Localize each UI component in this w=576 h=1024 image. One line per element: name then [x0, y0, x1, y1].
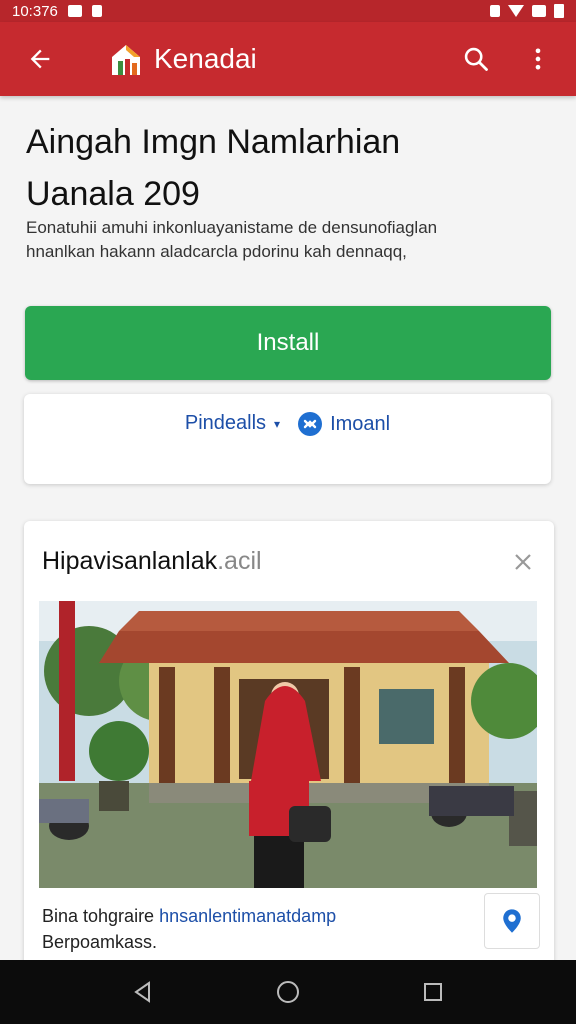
system-nav-bar: [0, 960, 576, 1024]
app-notification-icon: [91, 5, 102, 17]
square-recents-icon: [424, 983, 443, 1001]
arrow-left-icon: [30, 49, 50, 69]
app-bar: Kenadai: [0, 22, 576, 96]
nav-recents-button[interactable]: [411, 970, 455, 1014]
caption-line1: Bina tohgraire hnsanlentimanatdamp: [42, 903, 462, 929]
location-pin-icon: [503, 909, 521, 933]
share-option[interactable]: Imoanl: [298, 412, 390, 436]
description-line2: hnanlkan hakann aladcarcla pdorinu kah d…: [26, 242, 407, 261]
details-dropdown[interactable]: Pindealls ▾: [185, 412, 280, 435]
battery-icon: [554, 4, 564, 18]
news-photo[interactable]: [39, 601, 537, 888]
signal-icon: [532, 5, 546, 17]
wifi-icon: [508, 5, 524, 17]
description-line1: Eonatuhii amuhi inkonluayanistame de den…: [26, 218, 438, 237]
location-button[interactable]: [484, 893, 540, 949]
caption-prefix: Bina tohgraire: [42, 906, 160, 926]
options-card: Pindealls ▾ Imoanl: [24, 394, 551, 484]
page-title-line1: Aingah Imgn Namlarhian: [26, 123, 401, 161]
news-title-text: Hipavisanlanlak: [42, 547, 218, 575]
news-card: Hipavisanlanlak.acil Bina tohgraire hnsa…: [24, 521, 554, 960]
page-description: Eonatuhii amuhi inkonluayanistame de den…: [26, 216, 546, 264]
close-button[interactable]: [508, 547, 538, 577]
more-vert-icon: [535, 48, 541, 70]
page-title-line2: Uanala 209: [26, 175, 200, 213]
details-label: Pindealls: [184, 412, 267, 434]
main-content: Aingah Imgn Namlarhian Uanala 209 Eonatu…: [0, 96, 576, 960]
back-button[interactable]: [16, 35, 64, 83]
status-time: 10:376: [12, 2, 58, 20]
status-bar: 10:376: [0, 0, 576, 22]
install-button[interactable]: Install: [25, 306, 551, 380]
gallery-notification-icon: [67, 5, 82, 17]
news-title-suffix: .acil: [217, 547, 262, 575]
page-title: Aingah Imgn Namlarhian Uanala 209: [26, 116, 546, 220]
close-icon: [515, 554, 531, 570]
more-options-button[interactable]: [516, 37, 560, 81]
caption-line2: Berpoamkass.: [42, 932, 158, 952]
circle-home-icon: [276, 981, 299, 1003]
mute-icon: [490, 5, 500, 17]
search-icon: [464, 47, 488, 71]
search-button[interactable]: [454, 37, 498, 81]
app-title: Kenadai: [154, 43, 257, 74]
triangle-back-icon: [133, 981, 150, 1003]
news-card-title: Hipavisanlanlak.acil: [42, 547, 262, 576]
nav-back-button[interactable]: [121, 970, 165, 1014]
house-logo-icon: [108, 41, 144, 77]
share-label: Imoanl: [330, 412, 391, 435]
nav-home-button[interactable]: [266, 970, 310, 1014]
chevron-down-icon: ▾: [274, 416, 281, 431]
photo-caption: Bina tohgraire hnsanlentimanatdamp Berpo…: [42, 903, 462, 955]
caption-link[interactable]: hnsanlentimanatdamp: [159, 906, 336, 926]
share-icon: [298, 412, 323, 436]
